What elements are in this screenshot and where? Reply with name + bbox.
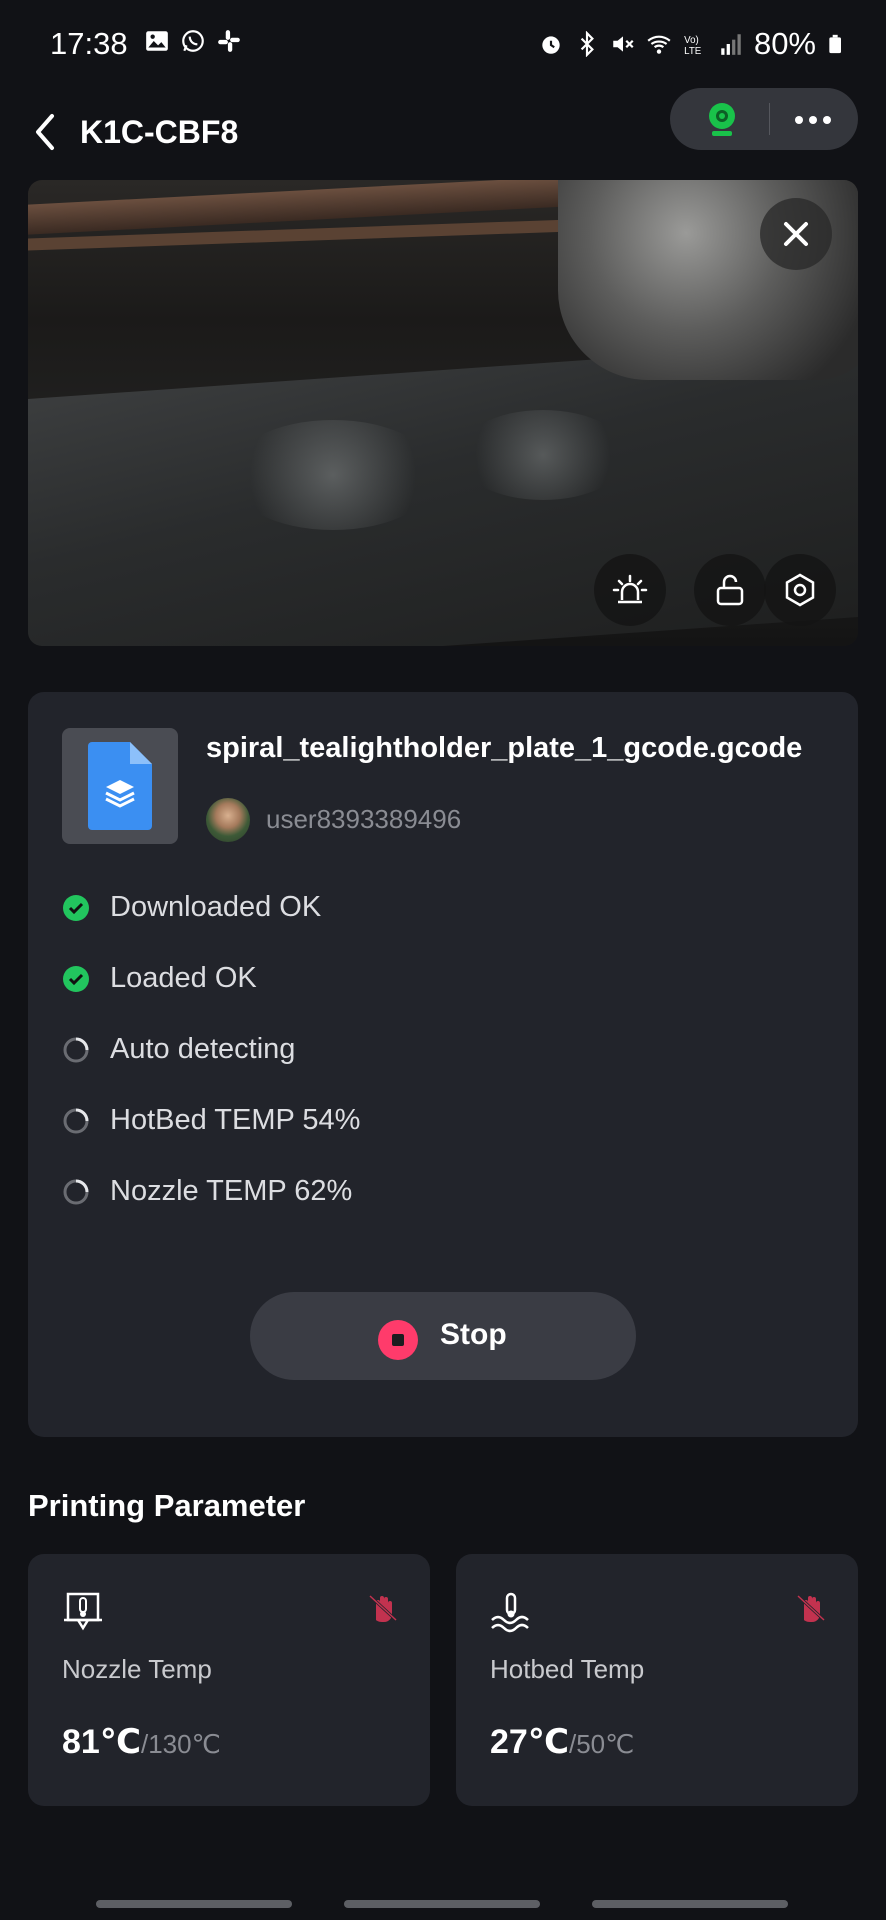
- no-touch-hand-icon: [368, 1594, 398, 1622]
- close-icon: [784, 222, 808, 246]
- stop-icon: [378, 1320, 418, 1360]
- loading-spinner-icon: [63, 1037, 89, 1062]
- webcam-icon[interactable]: [700, 98, 744, 142]
- bluetooth-icon: [580, 31, 594, 57]
- light-button[interactable]: [594, 554, 666, 626]
- status-bar: 17:38 Vo) LTE 80%: [0, 0, 886, 88]
- nozzle-thermometer-icon: [64, 1592, 102, 1631]
- step-label: HotBed TEMP 54%: [110, 1104, 361, 1136]
- battery-percent: 80%: [753, 26, 816, 61]
- close-camera-button[interactable]: [760, 198, 832, 270]
- hotbed-temp-card[interactable]: Hotbed Temp 27℃/50℃: [456, 1554, 858, 1806]
- svg-text:LTE: LTE: [684, 46, 702, 57]
- gallery-icon: [146, 31, 168, 51]
- step-downloaded: Downloaded OK: [62, 872, 822, 943]
- step-loaded: Loaded OK: [62, 943, 822, 1014]
- header-actions: [670, 88, 858, 150]
- nav-handle[interactable]: [344, 1900, 540, 1908]
- stop-button[interactable]: Stop: [250, 1292, 636, 1380]
- no-touch-hand-icon: [796, 1594, 826, 1622]
- current-temp: 27℃: [490, 1723, 569, 1761]
- unlock-icon: [716, 574, 744, 606]
- progress-steps: Downloaded OK Loaded OK Auto detecting H…: [62, 872, 822, 1227]
- step-nozzle-temp: Nozzle TEMP 62%: [62, 1156, 822, 1227]
- param-label: Hotbed Temp: [490, 1654, 645, 1684]
- mute-icon: [613, 36, 634, 52]
- volte-icon: Vo)LTE: [684, 35, 702, 57]
- max-temp: /50℃: [569, 1729, 635, 1759]
- nav-handle[interactable]: [592, 1900, 788, 1908]
- page-title: K1C-CBF8: [80, 114, 239, 150]
- file-layers-icon: [88, 742, 152, 830]
- step-label: Downloaded OK: [110, 891, 322, 923]
- avatar: [206, 798, 250, 842]
- divider: [769, 103, 770, 135]
- nav-handle[interactable]: [96, 1900, 292, 1908]
- check-circle-icon: [63, 965, 89, 992]
- system-nav-bar: [0, 1890, 886, 1920]
- username: user8393389496: [266, 804, 462, 834]
- camera-image-detail: [458, 410, 628, 500]
- back-arrow-icon[interactable]: [24, 104, 68, 160]
- camera-image-detail: [228, 420, 438, 530]
- wifi-icon: [647, 35, 671, 54]
- status-time: 17:38: [50, 26, 128, 61]
- alarm-icon: [542, 36, 560, 54]
- loading-spinner-icon: [63, 1108, 89, 1133]
- screen: 17:38 Vo) LTE 80% K1C-CBF8 spiral_tealig…: [0, 0, 886, 1920]
- nozzle-temp-card[interactable]: Nozzle Temp 81℃/130℃: [28, 1554, 430, 1806]
- signal-icon: [721, 34, 741, 55]
- section-title: Printing Parameter: [28, 1488, 306, 1523]
- step-label: Nozzle TEMP 62%: [110, 1175, 353, 1207]
- light-icon: [612, 574, 648, 604]
- step-label: Loaded OK: [110, 962, 257, 994]
- more-options-icon[interactable]: [790, 100, 836, 140]
- step-auto-detecting: Auto detecting: [62, 1014, 822, 1085]
- file-name: spiral_tealightholder_plate_1_gcode.gcod…: [206, 732, 803, 764]
- loading-spinner-icon: [63, 1179, 89, 1204]
- file-thumbnail: [62, 728, 178, 844]
- camera-feed[interactable]: [28, 180, 858, 646]
- settings-button[interactable]: [764, 554, 836, 626]
- current-temp: 81℃: [62, 1723, 141, 1761]
- param-value: 81℃/130℃: [62, 1722, 221, 1762]
- nut-settings-icon: [785, 573, 815, 607]
- param-label: Nozzle Temp: [62, 1654, 212, 1684]
- svg-text:Vo): Vo): [684, 35, 699, 46]
- system-icons: Vo) LTE 80%: [538, 26, 846, 62]
- slack-icon: [218, 30, 240, 52]
- param-value: 27℃/50℃: [490, 1722, 634, 1762]
- whatsapp-icon: [182, 30, 204, 52]
- print-job-card: spiral_tealightholder_plate_1_gcode.gcod…: [28, 692, 858, 1437]
- unlock-button[interactable]: [694, 554, 766, 626]
- step-hotbed-temp: HotBed TEMP 54%: [62, 1085, 822, 1156]
- check-circle-icon: [63, 894, 89, 921]
- hotbed-thermometer-icon: [491, 1592, 529, 1633]
- step-label: Auto detecting: [110, 1033, 296, 1065]
- max-temp: /130℃: [141, 1729, 221, 1759]
- stop-button-label: Stop: [440, 1318, 507, 1351]
- notification-icons: [144, 28, 242, 54]
- battery-icon: [829, 34, 841, 54]
